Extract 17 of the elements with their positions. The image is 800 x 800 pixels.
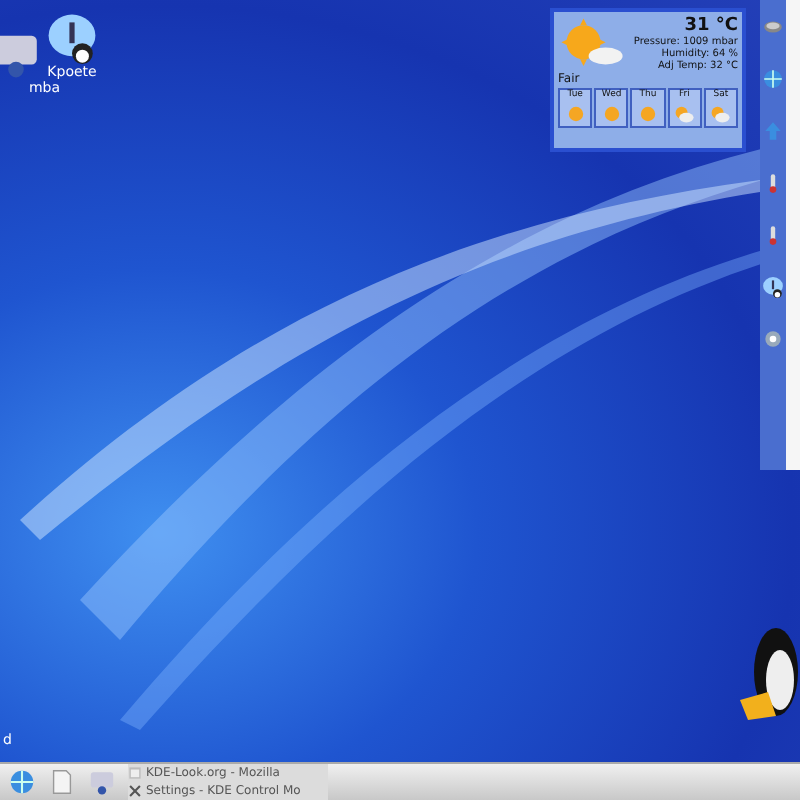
sun-cloud-icon <box>672 102 697 126</box>
monitor-icon[interactable] <box>88 768 116 796</box>
sun-cloud-icon <box>708 102 733 126</box>
disk-icon[interactable] <box>762 16 784 38</box>
sun-icon <box>636 102 660 126</box>
speech-bubble-icon[interactable] <box>762 276 784 298</box>
sun-icon <box>599 102 624 126</box>
gear-icon[interactable] <box>762 328 784 350</box>
cross-icon <box>128 784 142 798</box>
sun-cloud-icon <box>558 16 626 72</box>
speech-bubble-icon[interactable] <box>46 12 98 64</box>
document-icon[interactable] <box>48 768 76 796</box>
temperature-text: 31 °C <box>684 16 738 36</box>
sun-icon <box>563 102 588 126</box>
window-icon <box>128 766 142 780</box>
globe-icon[interactable] <box>8 768 36 796</box>
globe-icon[interactable] <box>762 68 784 90</box>
